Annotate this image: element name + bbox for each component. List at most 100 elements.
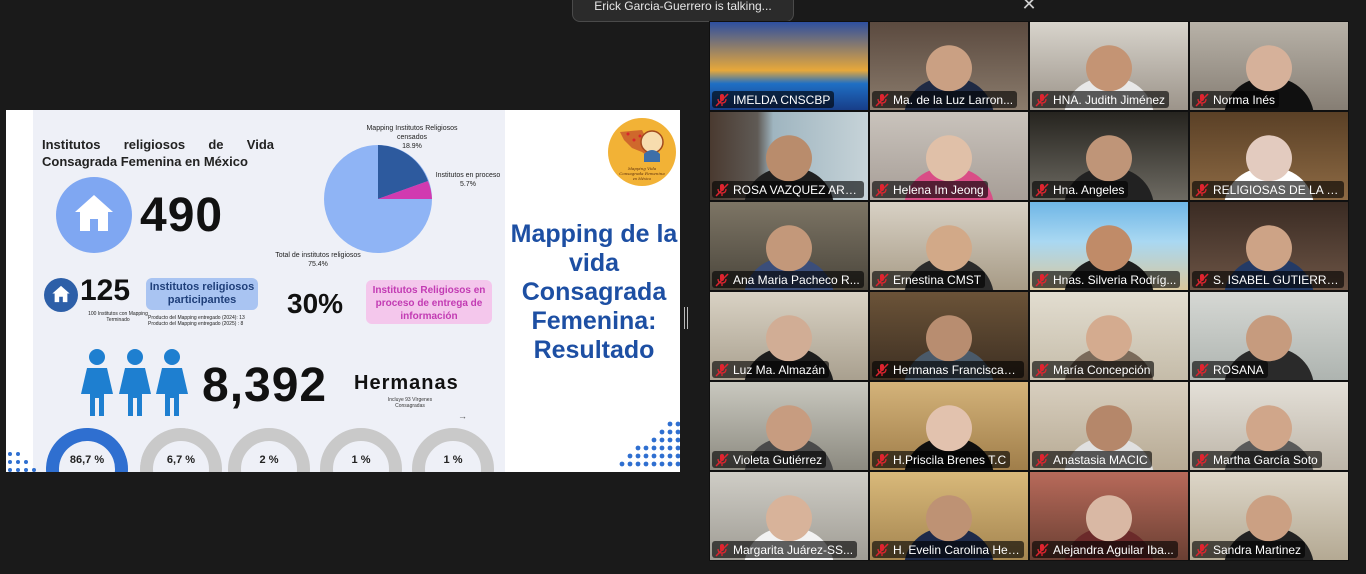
total-institutes: 490 (140, 189, 224, 242)
participant-face (1086, 45, 1132, 92)
participant-name-bar: Sandra Martinez (1192, 541, 1306, 558)
participant-name: María Concepción (1053, 362, 1151, 377)
participant-tile[interactable]: H. Evelin Carolina Her... (869, 471, 1029, 561)
participant-name-bar: Anastasia MACIC (1032, 451, 1152, 468)
participant-name-bar: Hermanas Franciscan... (872, 361, 1024, 378)
muted-mic-icon (1035, 452, 1049, 467)
participant-tile[interactable]: Sandra Martinez (1189, 471, 1349, 561)
participant-tile[interactable]: Helena Im Jeong (869, 111, 1029, 201)
logo-badge: Mapping Vida Consagrada Femenina en Méxi… (608, 118, 676, 186)
participant-face (1246, 315, 1292, 362)
pending-badge: Institutos Religiosos en proceso de entr… (366, 280, 492, 324)
participant-tile[interactable]: Ana Maria Pacheco R... (709, 201, 869, 291)
participant-name-bar: H.Priscila Brenes T.C (872, 451, 1011, 468)
participant-name-bar: María Concepción (1032, 361, 1155, 378)
gauge-value-4: 1 % (351, 454, 371, 466)
participant-face (766, 495, 812, 542)
muted-mic-icon (715, 362, 729, 377)
sisters-count: 8,392 (202, 359, 328, 412)
small-house-icon (44, 278, 78, 312)
participant-gallery: IMELDA CNSCBP Ma. de la Luz Larron... HNA.… (709, 21, 1349, 561)
muted-mic-icon (1195, 92, 1209, 107)
participant-tile[interactable]: Alejandra Aguilar Iba... (1029, 471, 1189, 561)
participant-name-bar: IMELDA CNSCBP (712, 91, 835, 108)
participant-tile[interactable]: ROSA VAZQUEZ ARC... (709, 111, 869, 201)
pie-label-censados: Mapping Institutos Religiosos censados 18… (366, 125, 458, 150)
participant-name-bar: Ana Maria Pacheco R... (712, 271, 864, 288)
muted-mic-icon (875, 362, 889, 377)
participant-tile[interactable]: ROSANA (1189, 291, 1349, 381)
participant-name-bar: Ma. de la Luz Larron... (872, 91, 1018, 108)
participant-name-bar: Alejandra Aguilar Iba... (1032, 541, 1178, 558)
participant-name-bar: ROSANA (1192, 361, 1268, 378)
participant-tile[interactable]: S. ISABEL GUTIERREZ (1189, 201, 1349, 291)
participant-name-bar: Margarita Juárez-SS... (712, 541, 858, 558)
participant-name: Ernestina CMST (893, 272, 982, 287)
participant-face (1086, 405, 1132, 452)
participant-name: S. ISABEL GUTIERREZ (1213, 272, 1340, 287)
gauge-value-3: 2 % (259, 454, 279, 466)
muted-mic-icon (1195, 272, 1209, 287)
pending-percent: 30% (287, 288, 344, 319)
participant-tile[interactable]: Martha García Soto (1189, 381, 1349, 471)
participant-tile[interactable]: H.Priscila Brenes T.C (869, 381, 1029, 471)
sisters-label: Hermanas (354, 372, 459, 394)
participant-face (1086, 135, 1132, 182)
participant-name: RELIGIOSAS DE LA CR... (1213, 182, 1340, 197)
participant-tile[interactable]: HNA. Judith Jiménez (1029, 21, 1189, 111)
participant-face (1086, 495, 1132, 542)
participant-tile[interactable]: Violeta Gutiérrez (709, 381, 869, 471)
participants-count: 125 (80, 274, 131, 307)
participant-name: IMELDA CNSCBP (733, 92, 831, 107)
participant-tile[interactable]: Hna. Angeles (1029, 111, 1189, 201)
participant-name-bar: Hnas. Silveria Rodríg... (1032, 271, 1181, 288)
participant-tile[interactable]: Hermanas Franciscan... (869, 291, 1029, 381)
participant-tile[interactable]: RELIGIOSAS DE LA CR... (1189, 111, 1349, 201)
participant-face (766, 225, 812, 272)
muted-mic-icon (1195, 182, 1209, 197)
muted-mic-icon (875, 272, 889, 287)
participant-tile[interactable]: Anastasia MACIC (1029, 381, 1189, 471)
participant-tile[interactable]: IMELDA CNSCBP (709, 21, 869, 111)
participant-face (766, 405, 812, 452)
participant-name: HNA. Judith Jiménez (1053, 92, 1166, 107)
participant-name: Ana Maria Pacheco R... (733, 272, 860, 287)
participant-face (926, 45, 972, 92)
participant-name: H.Priscila Brenes T.C (893, 452, 1007, 467)
women-icon (81, 349, 188, 416)
gauge-value-2: 6,7 % (166, 454, 196, 466)
close-icon[interactable]: ✕ (1019, 0, 1039, 13)
pie-chart (324, 145, 432, 253)
participant-name: Sandra Martinez (1213, 542, 1302, 557)
participant-tile[interactable]: Norma Inés (1189, 21, 1349, 111)
participants-note: 100 Institutos con Mapping Terminado (88, 311, 148, 323)
participant-face (926, 405, 972, 452)
participant-name-bar: Luz Ma. Almazán (712, 361, 830, 378)
pie-label-proceso: Institutos en proceso 5.7% (435, 172, 501, 188)
participant-tile[interactable]: María Concepción (1029, 291, 1189, 381)
participant-name: ROSANA (1213, 362, 1264, 377)
participant-name: Helena Im Jeong (893, 182, 984, 197)
participant-face (1246, 405, 1292, 452)
participant-name: Alejandra Aguilar Iba... (1053, 542, 1174, 557)
participant-face (1086, 315, 1132, 362)
participant-name: Margarita Juárez-SS... (733, 542, 854, 557)
participant-tile[interactable]: Margarita Juárez-SS... (709, 471, 869, 561)
participant-name: Hermanas Franciscan... (893, 362, 1020, 377)
participant-name-bar: HNA. Judith Jiménez (1032, 91, 1170, 108)
participant-tile[interactable]: Ernestina CMST (869, 201, 1029, 291)
participant-name-bar: Helena Im Jeong (872, 181, 988, 198)
house-icon (56, 177, 132, 253)
participant-tile[interactable]: Hnas. Silveria Rodríg... (1029, 201, 1189, 291)
dots-decoration-right (619, 421, 680, 467)
participant-tile[interactable]: Luz Ma. Almazán (709, 291, 869, 381)
resize-handle[interactable] (684, 307, 688, 329)
muted-mic-icon (1035, 362, 1049, 377)
participant-tile[interactable]: Ma. de la Luz Larron... (869, 21, 1029, 111)
muted-mic-icon (1035, 272, 1049, 287)
participant-face (766, 135, 812, 182)
svg-text:en México: en México (633, 177, 651, 181)
participant-face (1086, 225, 1132, 272)
participant-name: Luz Ma. Almazán (733, 362, 826, 377)
muted-mic-icon (715, 182, 729, 197)
